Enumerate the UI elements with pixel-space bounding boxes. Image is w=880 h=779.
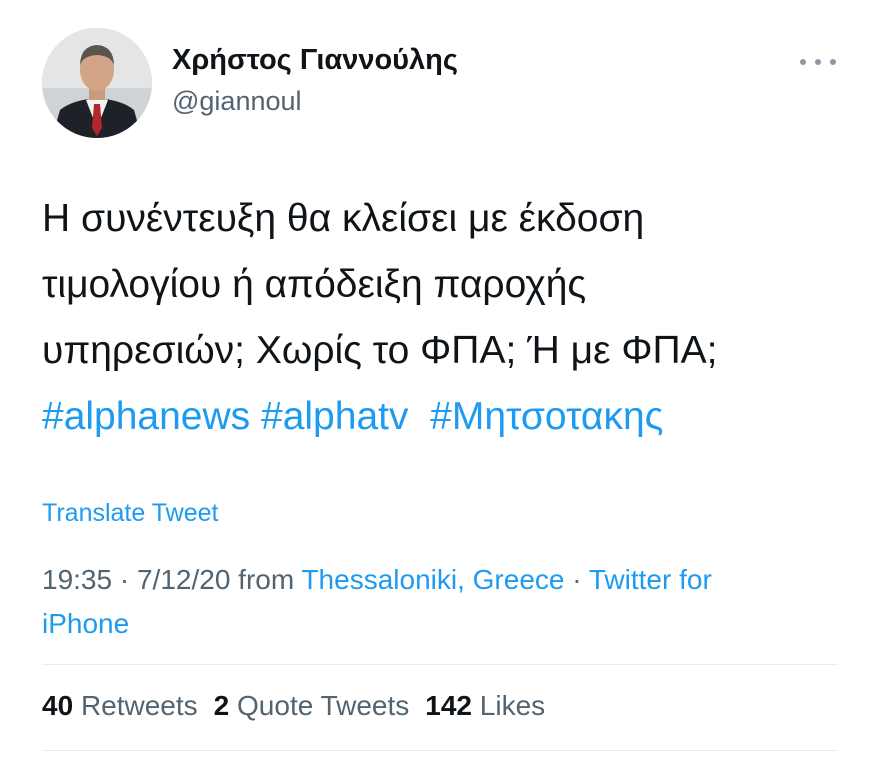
- hashtag-link[interactable]: #alphanews: [42, 395, 250, 438]
- hashtag-link[interactable]: #Μητσοτακης: [430, 395, 663, 438]
- likes-count: 142: [425, 690, 472, 721]
- location-link[interactable]: Thessaloniki, Greece: [301, 564, 564, 595]
- hashtag-link[interactable]: #alphatv: [261, 395, 408, 438]
- more-options-icon[interactable]: [800, 52, 836, 72]
- tweet-text: Η συνέντευξη θα κλείσει με έκδοση τιμολο…: [42, 186, 842, 450]
- tweet-text-line: υπηρεσιών; Χωρίς το ΦΠΑ; Ή με ΦΠΑ;: [42, 329, 718, 372]
- tweet-time[interactable]: 19:35: [42, 564, 112, 595]
- dot: [815, 59, 821, 65]
- likes-stat[interactable]: 142 Likes: [425, 690, 545, 721]
- tweet-meta: 19:35 · 7/12/20 from Thessaloniki, Greec…: [42, 558, 842, 646]
- quote-tweets-count: 2: [213, 690, 230, 721]
- quote-tweets-label: Quote Tweets: [237, 690, 410, 721]
- tweet-card: Χρήστος Γιαννούλης @giannoul Η συνέντευξ…: [0, 0, 880, 779]
- tweet-stats: 40 Retweets 2 Quote Tweets 142 Likes: [42, 690, 545, 722]
- tweet-text-line: τιμολογίου ή απόδειξη παροχής: [42, 263, 587, 306]
- from-label: from: [230, 564, 302, 595]
- source-link-part: Twitter for: [588, 564, 712, 595]
- retweets-count: 40: [42, 690, 74, 721]
- likes-label: Likes: [479, 690, 546, 721]
- quote-tweets-stat[interactable]: 2 Quote Tweets: [214, 690, 410, 721]
- tweet-date[interactable]: 7/12/20: [137, 564, 230, 595]
- author-name[interactable]: Χρήστος Γιαννούλης: [172, 44, 458, 77]
- hashtags: #alphanews #alphatv #Μητσοτακης: [42, 384, 842, 450]
- avatar[interactable]: [42, 28, 152, 138]
- separator: ·: [112, 564, 137, 595]
- divider: [42, 664, 838, 665]
- author-handle[interactable]: @giannoul: [172, 86, 302, 117]
- separator: ·: [564, 564, 589, 595]
- avatar-photo-icon: [42, 28, 152, 138]
- divider: [42, 750, 838, 751]
- tweet-text-line: Η συνέντευξη θα κλείσει με έκδοση: [42, 197, 645, 240]
- source-link-part: iPhone: [42, 608, 130, 639]
- translate-tweet-link[interactable]: Translate Tweet: [42, 499, 218, 528]
- retweets-stat[interactable]: 40 Retweets: [42, 690, 198, 721]
- dot: [830, 59, 836, 65]
- dot: [800, 59, 806, 65]
- retweets-label: Retweets: [80, 690, 198, 721]
